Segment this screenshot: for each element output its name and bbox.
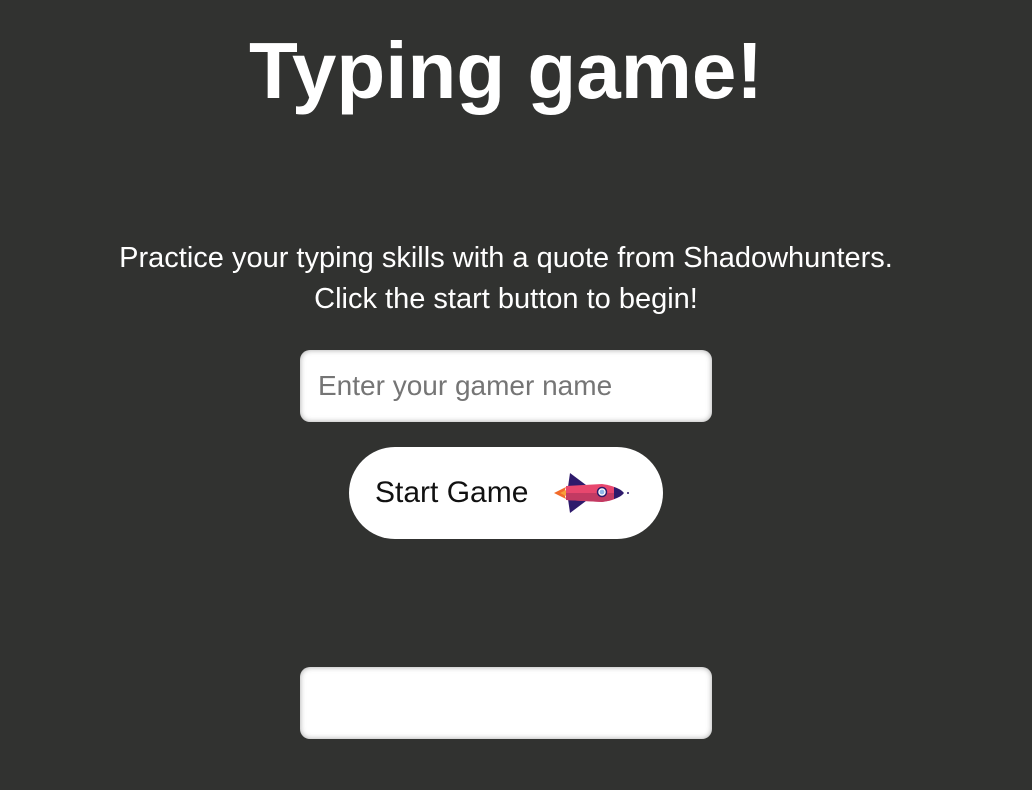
rocket-icon: [552, 470, 630, 516]
start-game-label: Start Game: [375, 476, 529, 509]
gamer-name-input[interactable]: [300, 350, 712, 422]
typing-answer-input[interactable]: [300, 667, 712, 739]
start-game-button[interactable]: Start Game: [349, 447, 663, 539]
typing-game-page: Typing game! Practice your typing skills…: [0, 0, 1032, 790]
page-title: Typing game!: [248, 26, 764, 115]
instructions-line-1: Practice your typing skills with a quote…: [119, 242, 893, 274]
instructions-text: Practice your typing skills with a quote…: [0, 238, 1012, 320]
instructions-line-2: Click the start button to begin!: [314, 283, 698, 315]
